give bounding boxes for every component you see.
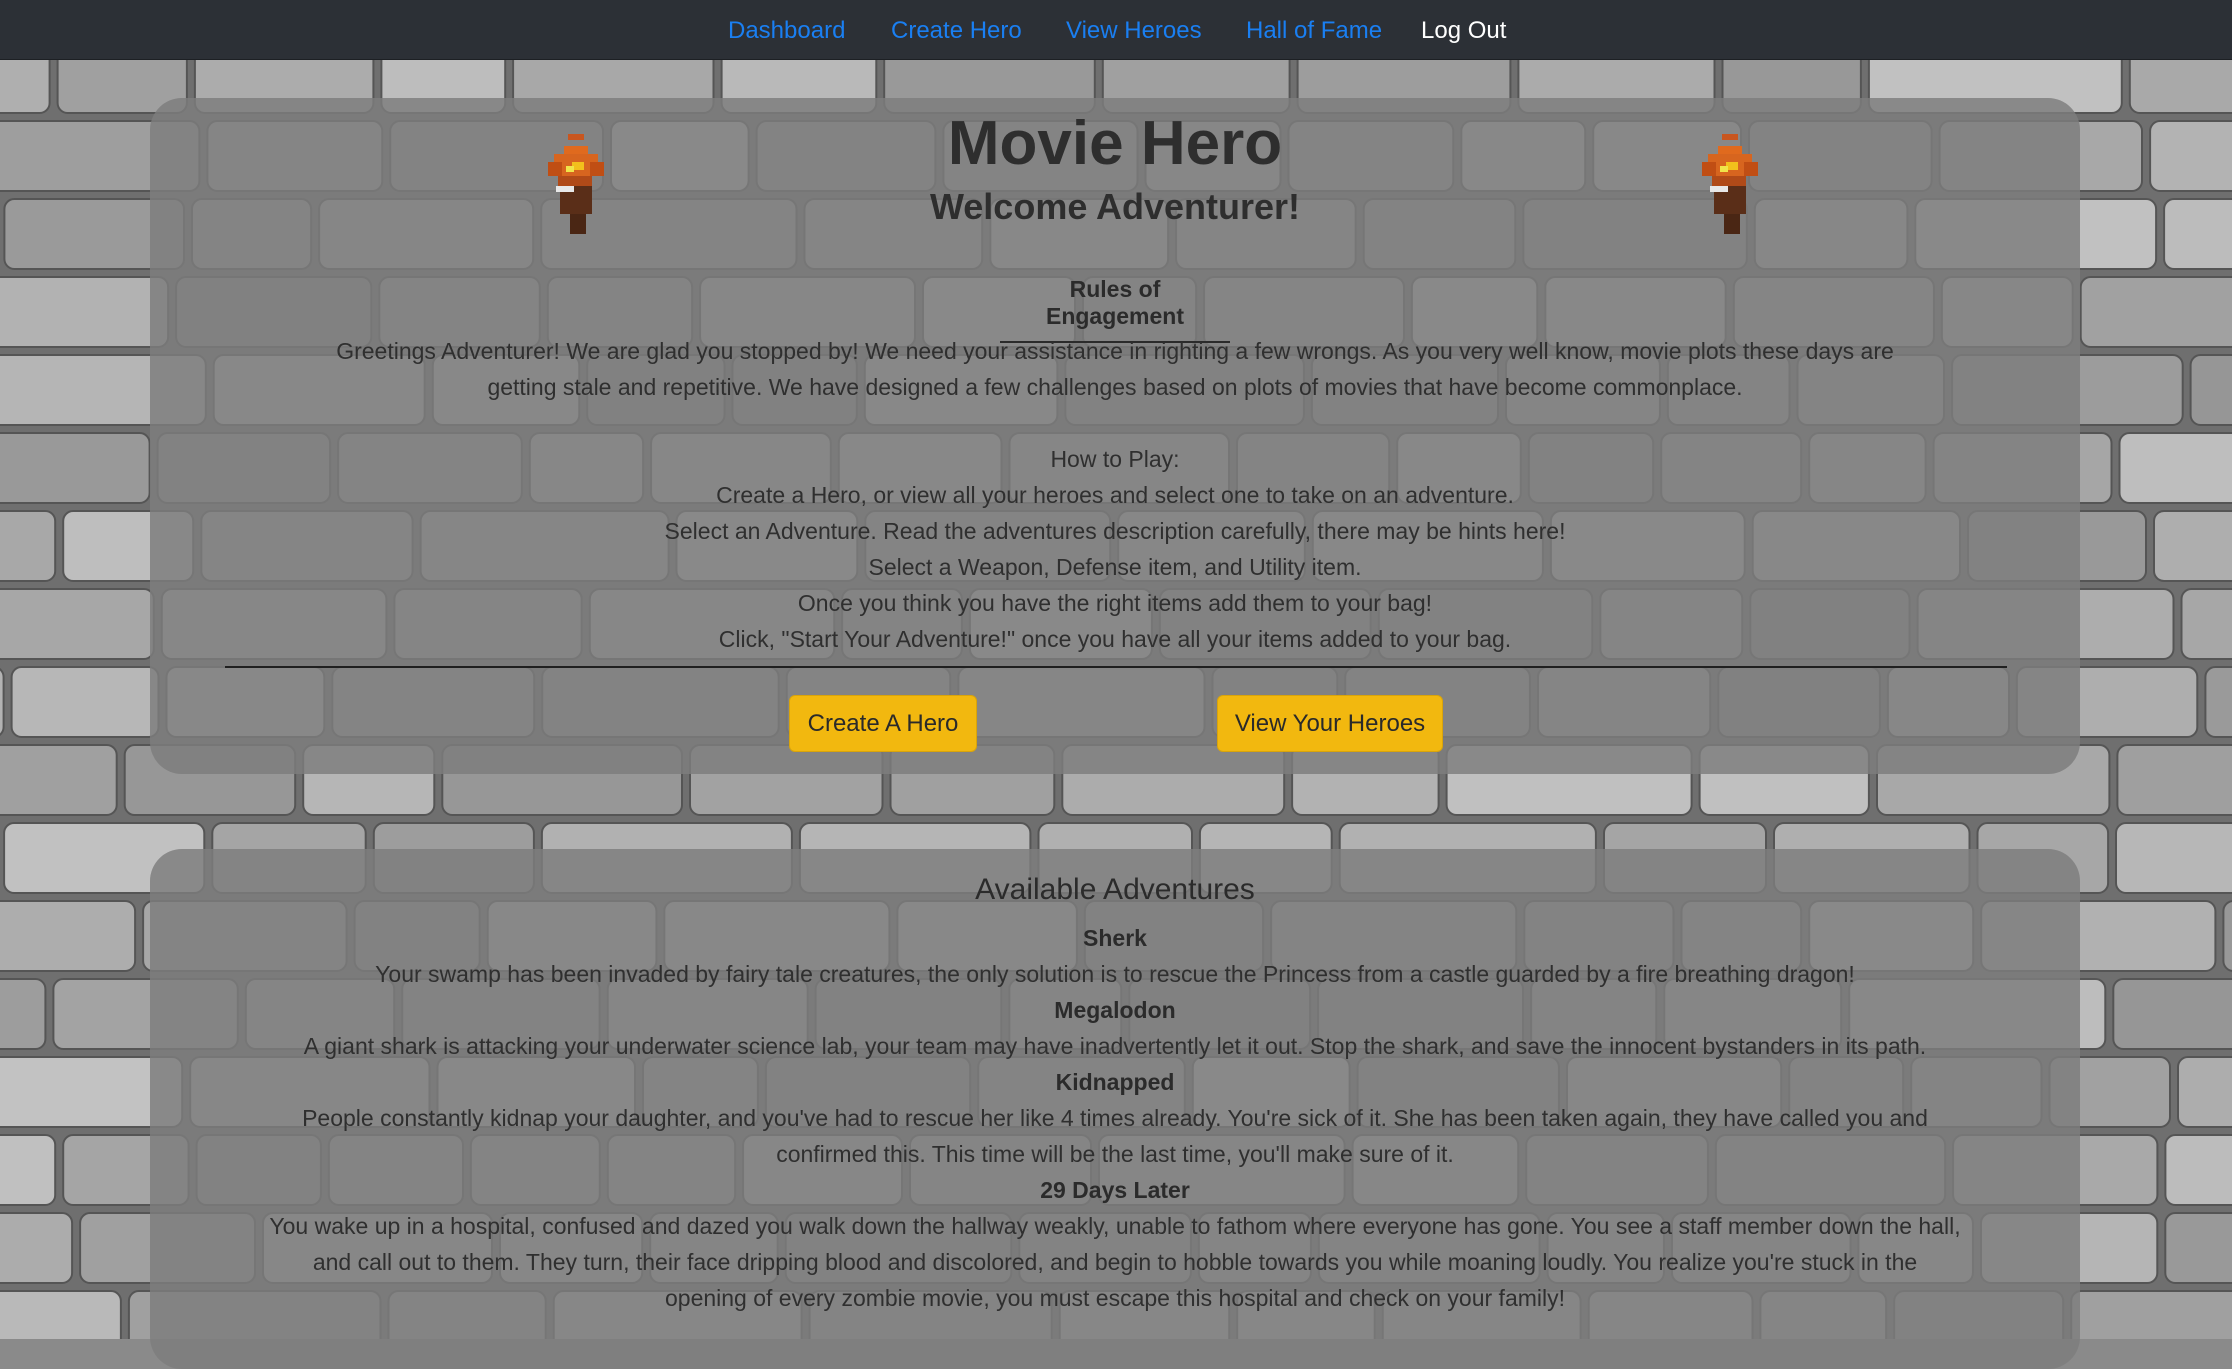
adventure-description: A giant shark is attacking your underwat… — [150, 1028, 2080, 1064]
instruction-step: Once you think you have the right items … — [150, 585, 2080, 621]
adventure-name: Sherk — [150, 925, 2080, 952]
adventure-description: opening of every zombie movie, you must … — [150, 1280, 2080, 1316]
intro-line: getting stale and repetitive. We have de… — [150, 369, 2080, 405]
welcome-panel: Movie Hero Welcome Adventurer! Rules of … — [150, 98, 2080, 774]
top-navbar: Dashboard Create Hero View Heroes Hall o… — [0, 0, 2232, 60]
nav-dashboard-link[interactable]: Dashboard — [728, 0, 845, 59]
welcome-subtitle: Welcome Adventurer! — [150, 186, 2080, 228]
adventure-description: People constantly kidnap your daughter, … — [150, 1100, 2080, 1136]
adventure-name: Megalodon — [150, 997, 2080, 1024]
create-hero-button[interactable]: Create A Hero — [789, 695, 977, 752]
section-divider — [225, 666, 2007, 668]
instruction-step: Click, "Start Your Adventure!" once you … — [150, 621, 2080, 657]
adventures-heading: Available Adventures — [150, 873, 2080, 907]
nav-hall-of-fame-link[interactable]: Hall of Fame — [1246, 0, 1382, 59]
how-to-play-label: How to Play: — [150, 441, 2080, 477]
instruction-step: Create a Hero, or view all your heroes a… — [150, 477, 2080, 513]
instruction-step: Select an Adventure. Read the adventures… — [150, 513, 2080, 549]
adventure-description: You wake up in a hospital, confused and … — [150, 1208, 2080, 1244]
nav-log-out-link[interactable]: Log Out — [1421, 0, 1506, 59]
intro-line: Greetings Adventurer! We are glad you st… — [150, 333, 2080, 369]
adventure-name: Kidnapped — [150, 1069, 2080, 1096]
nav-view-heroes-link[interactable]: View Heroes — [1066, 0, 1202, 59]
adventure-description: Your swamp has been invaded by fairy tal… — [150, 956, 2080, 992]
adventure-description: confirmed this. This time will be the la… — [150, 1136, 2080, 1172]
adventures-panel: Available Adventures Sherk Your swamp ha… — [150, 849, 2080, 1369]
nav-create-hero-link[interactable]: Create Hero — [891, 0, 1022, 59]
view-heroes-button[interactable]: View Your Heroes — [1217, 695, 1443, 752]
instruction-step: Select a Weapon, Defense item, and Utili… — [150, 549, 2080, 585]
adventure-name: 29 Days Later — [150, 1177, 2080, 1204]
page-title: Movie Hero — [150, 108, 2080, 179]
adventure-description: and call out to them. They turn, their f… — [150, 1244, 2080, 1280]
